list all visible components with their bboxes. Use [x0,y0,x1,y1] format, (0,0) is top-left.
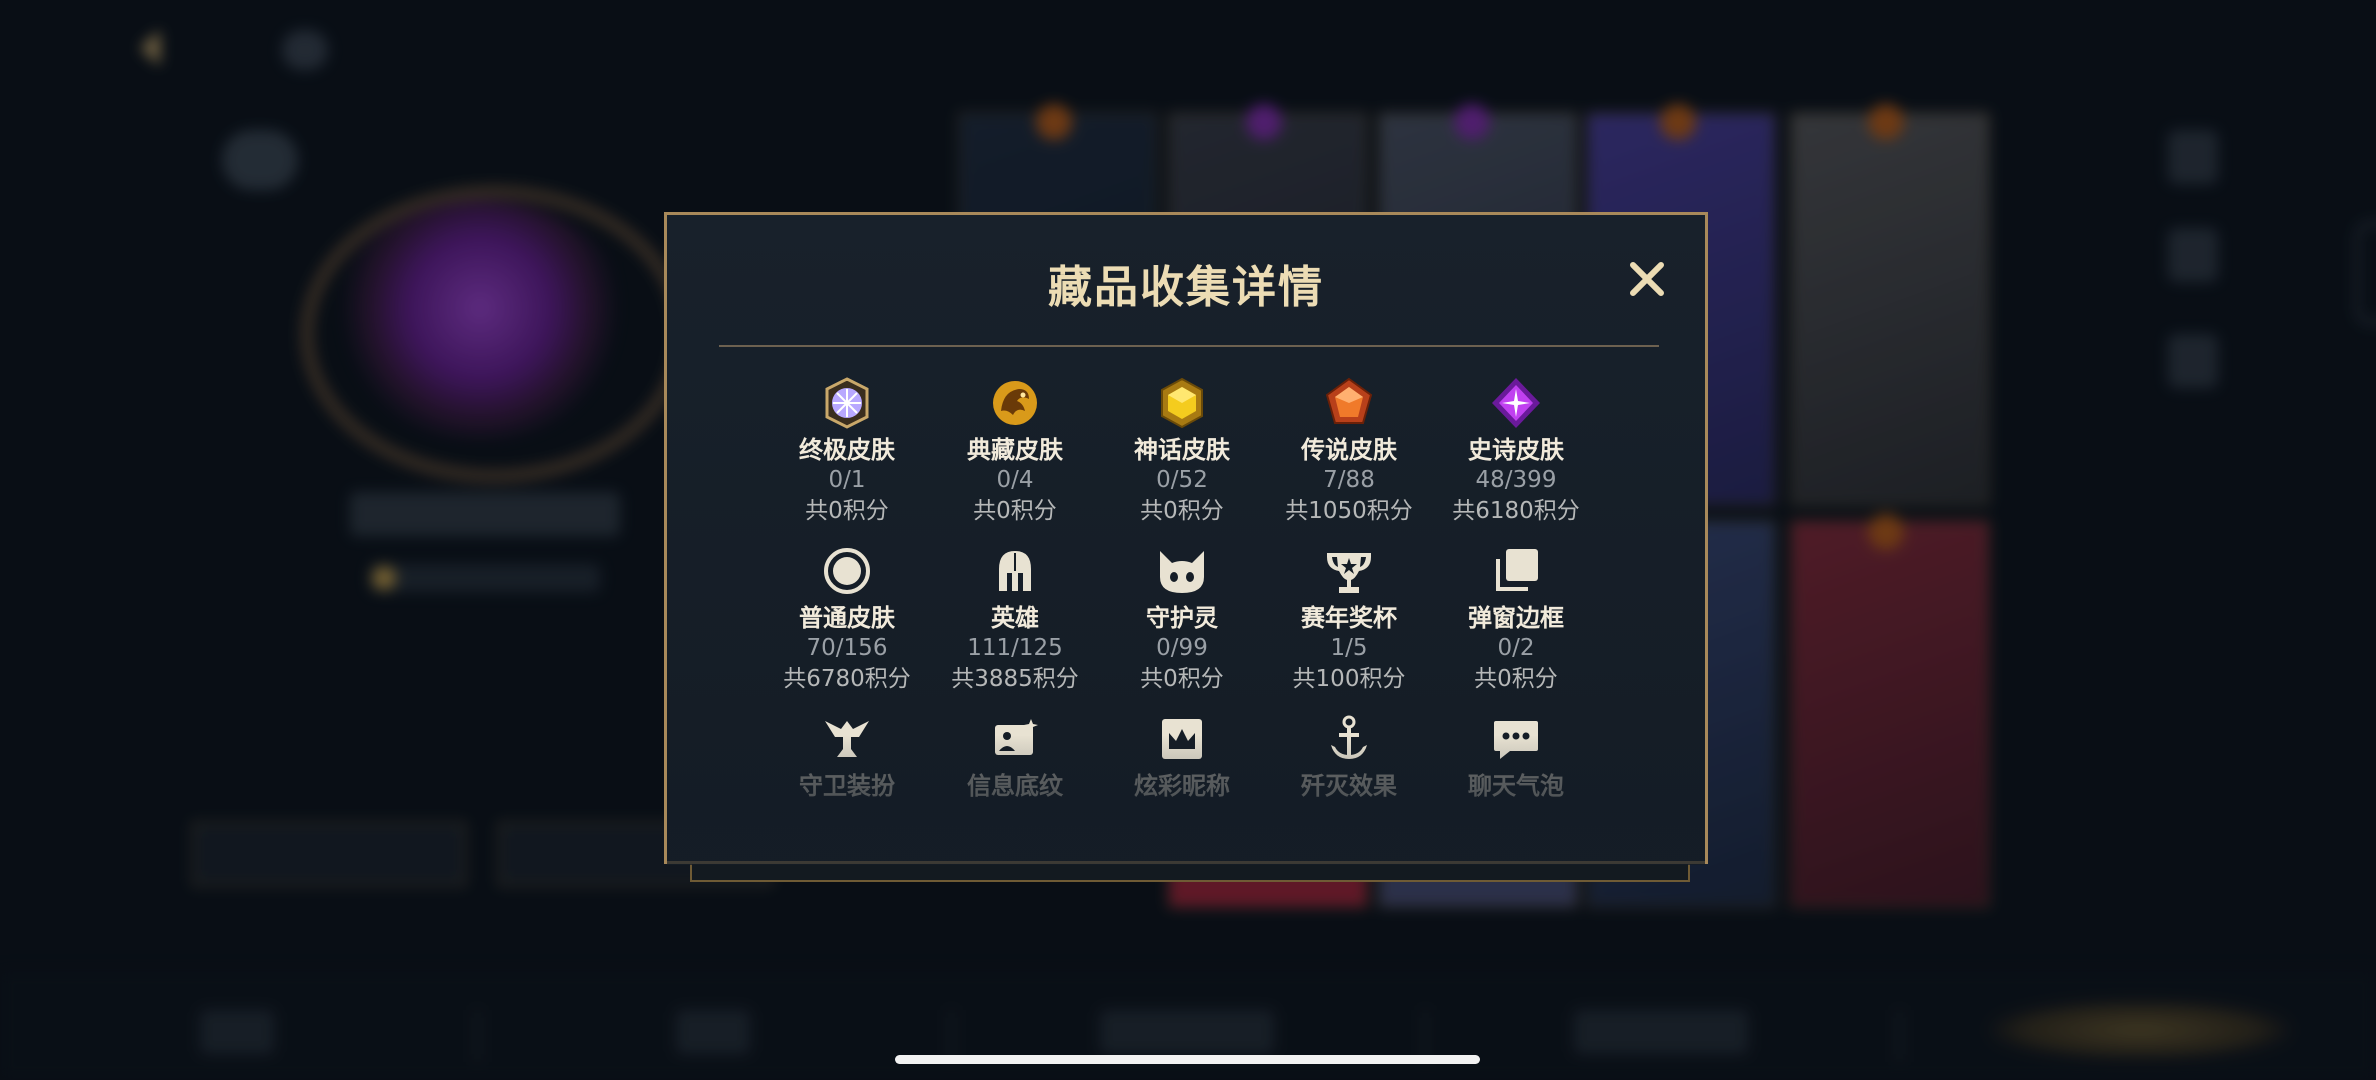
item-count: 0/52 [1156,467,1208,493]
champion-helmet-icon [999,551,1031,591]
collection-item-profile-background[interactable]: 信息底纹 [931,711,1099,801]
collection-grid: 终极皮肤 0/1 共0积分 典藏皮肤 0/4 共0积分 神话皮肤 0/52 共0… [667,215,1705,861]
item-points: 共6780积分 [783,666,911,692]
item-name: 歼灭效果 [1301,772,1397,800]
modal-shadow [690,862,1690,882]
item-name: 史诗皮肤 [1468,436,1564,464]
item-name: 守护灵 [1146,604,1218,632]
collection-item-popup-frame[interactable]: 弹窗边框 0/2 共0积分 [1432,543,1600,695]
profile-background-icon [995,719,1038,755]
normal-skin-icon [824,548,870,594]
item-name: 弹窗边框 [1468,604,1564,632]
legendary-skin-icon [1325,377,1373,424]
item-count: 0/1 [828,467,866,493]
collection-item-trophy[interactable]: 赛年奖杯 1/5 共100积分 [1265,543,1433,695]
item-points: 共0积分 [805,498,889,524]
item-count: 0/4 [996,467,1034,493]
collection-item-collector-skin[interactable]: 典藏皮肤 0/4 共0积分 [931,375,1099,527]
item-count: 111/125 [967,635,1063,661]
item-points: 共100积分 [1292,666,1406,692]
item-points: 共3885积分 [951,666,1079,692]
popup-frame-icon [1496,549,1538,591]
item-name: 信息底纹 [967,772,1063,800]
collection-item-champion[interactable]: 英雄 111/125 共3885积分 [931,543,1099,695]
item-name: 传说皮肤 [1301,436,1397,464]
collection-item-elimination-effect[interactable]: 歼灭效果 [1265,711,1433,801]
item-count: 70/156 [806,635,888,661]
item-name: 聊天气泡 [1468,772,1564,800]
item-name: 普通皮肤 [799,604,895,632]
item-points: 共6180积分 [1452,498,1580,524]
collection-item-chat-bubble[interactable]: 聊天气泡 [1432,711,1600,801]
epic-skin-icon [1492,378,1540,428]
item-name: 典藏皮肤 [967,436,1063,464]
collection-item-ultimate-skin[interactable]: 终极皮肤 0/1 共0积分 [763,375,931,527]
item-points: 共0积分 [1140,498,1224,524]
item-points: 共0积分 [1474,666,1558,692]
collection-item-ward-skin[interactable]: 守卫装扮 [763,711,931,801]
item-count: 1/5 [1330,635,1368,661]
item-count: 7/88 [1323,467,1375,493]
collection-details-modal: 藏品收集详情 终极皮肤 0/1 共0积分 典藏皮肤 0/4 共0积分 神话皮肤 … [664,212,1708,865]
item-count: 48/399 [1475,467,1557,493]
nickname-crown-icon [1162,719,1202,759]
mythic-skin-icon [1161,377,1203,429]
chat-bubble-icon [1494,721,1538,759]
collection-item-nickname[interactable]: 炫彩昵称 [1098,711,1266,801]
item-name: 英雄 [991,604,1039,632]
item-count: 0/2 [1497,635,1535,661]
collection-item-little-legend[interactable]: 守护灵 0/99 共0积分 [1098,543,1266,695]
ward-skin-icon [825,721,869,757]
item-name: 终极皮肤 [799,436,895,464]
collection-item-normal-skin[interactable]: 普通皮肤 70/156 共6780积分 [763,543,931,695]
item-name: 赛年奖杯 [1301,604,1397,632]
item-points: 共0积分 [1140,666,1224,692]
little-legend-icon [1160,551,1204,593]
item-name: 守卫装扮 [799,772,895,800]
collection-item-mythic-skin[interactable]: 神话皮肤 0/52 共0积分 [1098,375,1266,527]
item-count: 0/99 [1156,635,1208,661]
collector-skin-icon [993,381,1037,425]
trophy-icon [1327,553,1371,593]
home-indicator[interactable] [895,1055,1480,1064]
item-name: 神话皮肤 [1134,436,1230,464]
ultimate-skin-icon [825,377,869,429]
elimination-effect-icon [1331,715,1367,759]
item-name: 炫彩昵称 [1134,772,1230,800]
collection-item-epic-skin[interactable]: 史诗皮肤 48/399 共6180积分 [1432,375,1600,527]
collection-item-legendary-skin[interactable]: 传说皮肤 7/88 共1050积分 [1265,375,1433,527]
item-points: 共1050积分 [1285,498,1413,524]
item-points: 共0积分 [973,498,1057,524]
